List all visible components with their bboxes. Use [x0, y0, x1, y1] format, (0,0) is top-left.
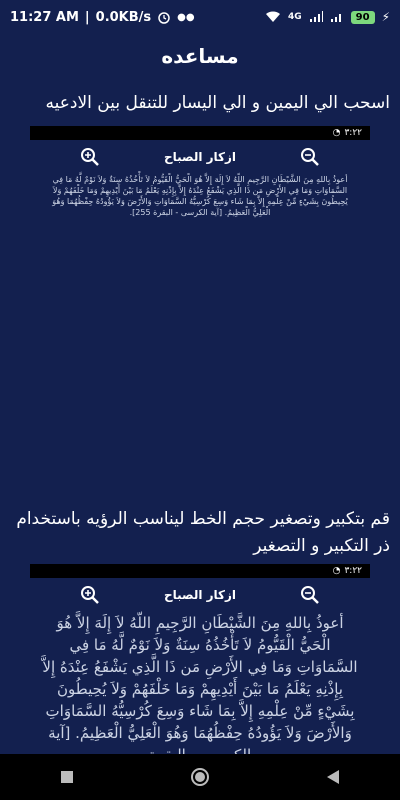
mini-header-title-2: ازكار الصباح	[163, 588, 237, 602]
mini-status-time: ٣:٢٢	[344, 128, 362, 138]
alarm-icon	[158, 12, 170, 24]
network-label: 4G	[287, 12, 302, 22]
example-screenshot-swipe: ◔ ٣:٢٢ ازكار الصباح أعوذُ بِاللهِ مِنَ ا…	[30, 126, 370, 246]
wifi-icon	[265, 11, 280, 22]
back-button[interactable]	[318, 762, 348, 792]
navigation-bar	[0, 754, 400, 800]
dots-icon: ●●	[177, 11, 195, 23]
recents-icon	[60, 771, 73, 783]
mini-header-title: ازكار الصباح	[163, 150, 237, 164]
mini-status-bar-2: ◔ ٣:٢٢	[30, 564, 370, 578]
zoom-instruction: قم بتكبير وتصغير حجم الخط ليناسب الرؤيه …	[16, 509, 390, 556]
status-bar: 11:27 AM | 0.0KB/s ●● 4G 90 ⚡	[10, 9, 390, 25]
swipe-instruction: اسحب الي اليمين و الي اليسار للتنقل بين …	[45, 93, 390, 113]
home-icon	[190, 768, 209, 786]
status-time: 11:27 AM	[10, 9, 79, 25]
page-title: مساعده	[161, 44, 239, 68]
signal-icon	[309, 11, 323, 22]
zoom-out-icon-2	[298, 583, 322, 607]
mini-wifi-icon-2: ◔	[332, 566, 341, 576]
home-button[interactable]	[185, 762, 215, 792]
recents-button[interactable]	[52, 762, 82, 792]
example-screenshot-zoom: ◔ ٣:٢٢ ازكار الصباح أعوذُ بِاللهِ مِنَ ا…	[30, 564, 370, 754]
back-icon	[327, 770, 340, 784]
status-speed: 0.0KB/s	[95, 9, 152, 25]
zoom-in-icon-2	[78, 583, 102, 607]
prayer-text-small: أعوذُ بِاللهِ مِنَ الشَّيْطَانِ الرَّجِي…	[52, 175, 348, 217]
signal-icon-2	[330, 14, 341, 22]
mini-wifi-icon: ◔	[332, 128, 341, 138]
mini-header: ازكار الصباح	[30, 140, 370, 174]
battery-level: 90	[350, 10, 375, 24]
charging-icon: ⚡	[381, 10, 390, 24]
mini-status-bar: ◔ ٣:٢٢	[30, 126, 370, 140]
zoom-out-icon	[298, 145, 322, 169]
zoom-in-icon	[78, 145, 102, 169]
mini-header-2: ازكار الصباح	[30, 578, 370, 612]
mini-status-time-2: ٣:٢٢	[344, 566, 362, 576]
prayer-text-large: أعوذُ بِاللهِ مِنَ الشَّيْطَانِ الرَّجِي…	[42, 614, 358, 754]
